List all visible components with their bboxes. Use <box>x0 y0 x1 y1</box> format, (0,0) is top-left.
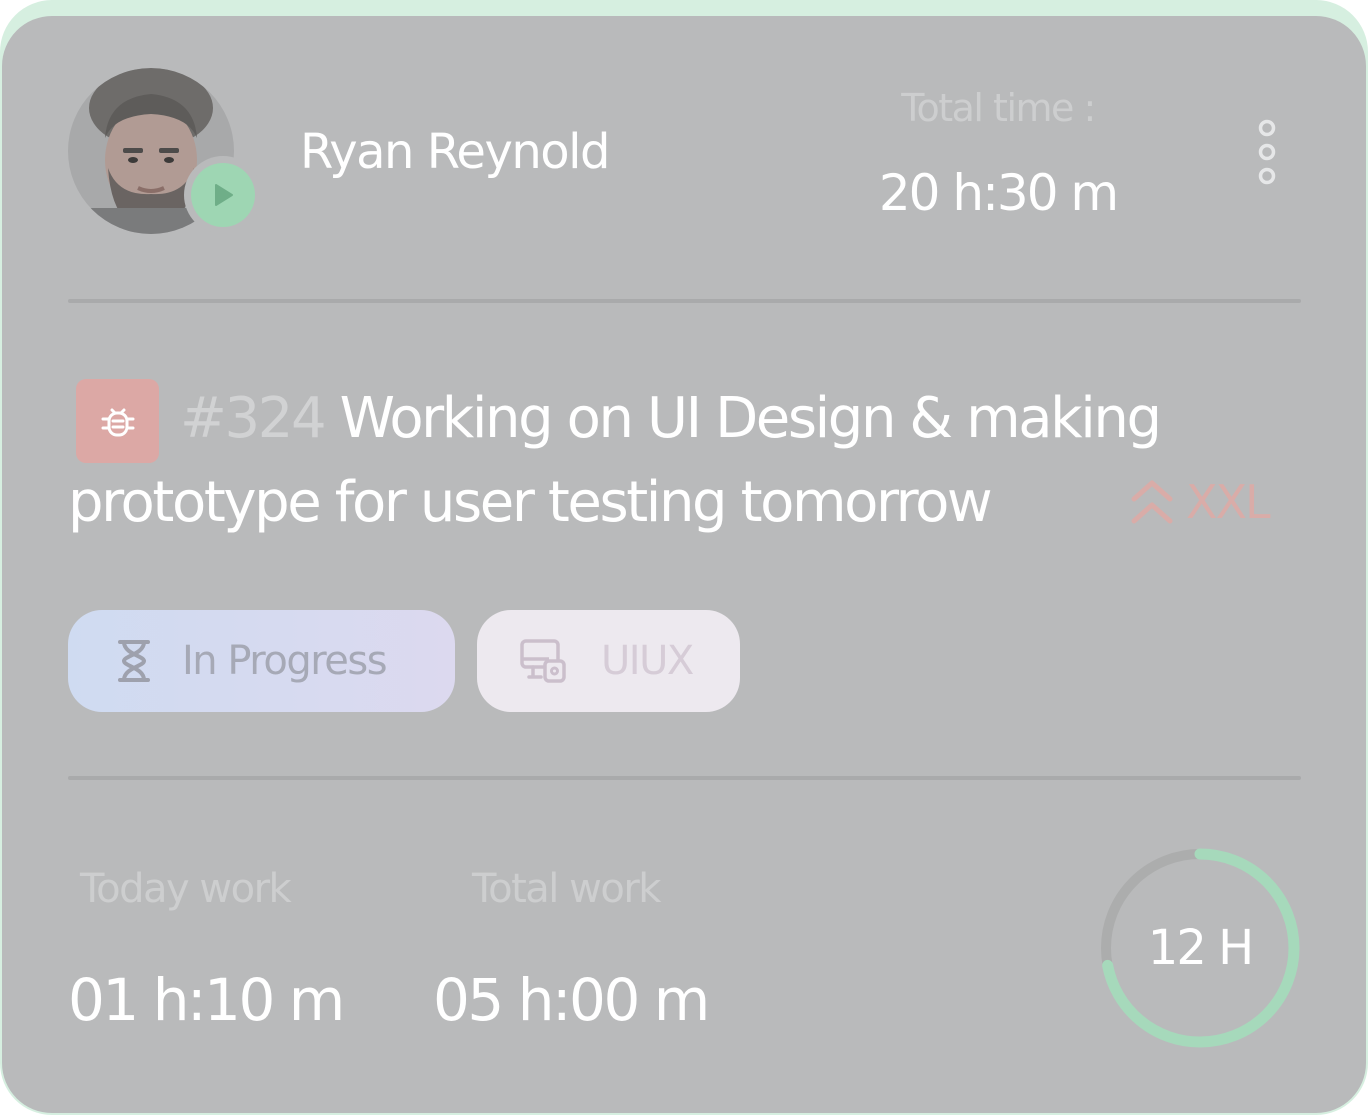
issue-type-badge <box>76 379 159 463</box>
play-icon <box>215 184 233 206</box>
bug-icon <box>101 408 134 437</box>
priority-indicator: XXL <box>1130 472 1271 532</box>
stats-divider <box>68 776 1301 780</box>
status-chip-label: In Progress <box>182 638 388 684</box>
more-vertical-icon <box>1258 119 1276 185</box>
category-chip-label: UIUX <box>601 638 694 684</box>
hourglass-icon <box>116 638 152 684</box>
user-name: Ryan Reynold <box>300 124 610 180</box>
chevrons-up-icon <box>1131 480 1173 524</box>
total-work-value: 05 h:00 m <box>433 966 710 1034</box>
today-work-label: Today work <box>80 866 292 912</box>
category-chip[interactable]: UIUX <box>477 610 740 712</box>
task-title-line-2[interactable]: prototype for user testing tomorrow <box>68 470 993 535</box>
header-divider <box>68 299 1301 303</box>
task-title-text-1: Working on UI Design & making <box>339 386 1162 451</box>
priority-label: XXL <box>1186 475 1271 529</box>
total-time-value: 20 h:30 m <box>878 164 1119 222</box>
task-id: #324 <box>180 386 327 451</box>
total-time-label: Total time : <box>901 86 1096 130</box>
total-work-label: Total work <box>472 866 661 912</box>
progress-ring-label: 12 H <box>1147 920 1254 976</box>
today-work-value: 01 h:10 m <box>68 966 345 1034</box>
more-options-button[interactable] <box>1250 118 1284 186</box>
status-chip[interactable]: In Progress <box>68 610 455 712</box>
active-status-indicator <box>184 156 262 234</box>
task-title-line-1[interactable]: #324 Working on UI Design & making <box>180 386 1162 451</box>
monitor-lock-icon <box>519 637 567 685</box>
